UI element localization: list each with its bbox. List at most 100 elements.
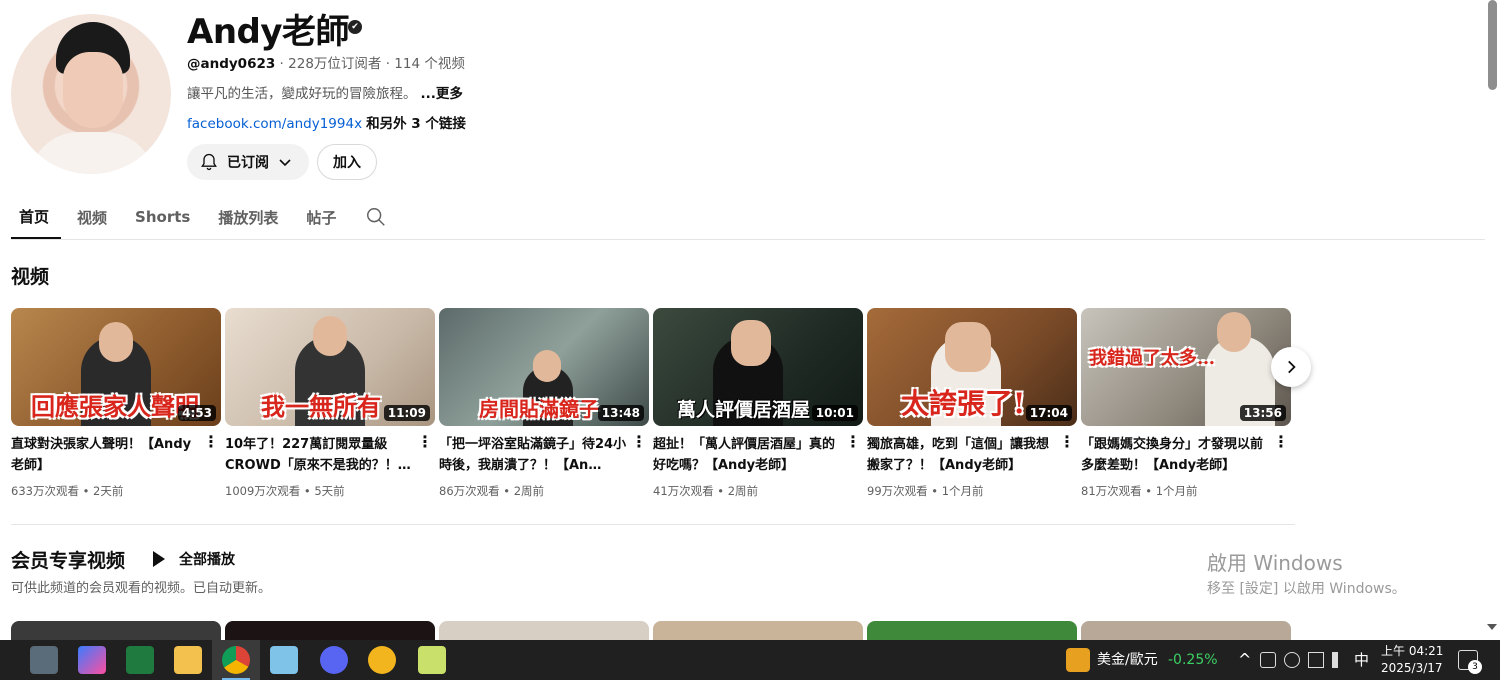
videos-section-title[interactable]: 视频 [11,262,49,289]
chrome-icon[interactable] [222,646,250,674]
tabs-divider [11,239,1485,240]
video-title[interactable]: 獨旅高雄，吃到「這個」讓我想搬家了？！【Andy老師】 [867,434,1055,476]
video-duration: 11:09 [383,405,430,421]
member-video-thumbnail[interactable] [11,621,221,640]
video-title[interactable]: 「跟媽媽交換身分」才發現以前多麼差勁！【Andy老師】 [1081,434,1269,476]
video-thumbnail[interactable]: 房間貼滿鏡子 13:48 [439,308,649,426]
channel-tabs: 首页 视频 Shorts 播放列表 帖子 [11,196,396,240]
channel-meta: @andy0623 · 228万位订阅者 · 114 个视频 [187,52,465,72]
video-stats: 1009万次观看 • 5天前 [225,484,345,498]
network-icon[interactable] [1308,652,1324,668]
video-card[interactable]: 我一無所有 11:09 10年了！227萬訂閱眾量級CROWD「原來不是我的？！… [225,308,435,498]
video-stats: 633万次观看 • 2天前 [11,484,124,498]
subscribe-label: 已订阅 [227,155,269,171]
file-explorer-icon[interactable] [174,646,202,674]
thumb-head [313,316,347,356]
volume-icon[interactable] [1332,652,1348,668]
member-video-thumbnail[interactable] [439,621,649,640]
watermark-line-1: 啟用 Windows [1207,551,1343,575]
chevron-right-icon [1288,360,1296,374]
stock-name[interactable]: 美金/歐元 [1097,640,1158,680]
play-all-label: 全部播放 [179,552,235,568]
video-title[interactable]: 「把一坪浴室貼滿鏡子」待24小時後，我崩潰了？！【An… [439,434,627,476]
scroll-down-arrow-icon[interactable] [1487,624,1497,630]
member-video-thumbnail[interactable] [225,621,435,640]
notepad-icon[interactable] [270,646,298,674]
video-card[interactable]: 回應張家人聲明 4:53 直球對決張家人聲明！【Andy老師】 ⋮ 633万次观… [11,308,221,498]
video-card[interactable]: 房間貼滿鏡子 13:48 「把一坪浴室貼滿鏡子」待24小時後，我崩潰了？！【An… [439,308,649,498]
channel-description[interactable]: 讓平凡的生活，變成好玩的冒險旅程。 ...更多 [187,82,463,102]
video-duration: 4:53 [178,405,216,421]
video-thumbnail[interactable]: 萬人評價居酒屋 10:01 [653,308,863,426]
video-thumbnail[interactable]: 我一無所有 11:09 [225,308,435,426]
youtube-channel-page: Andy老師 ✔ @andy0623 · 228万位订阅者 · 114 个视频 … [0,0,1500,680]
windows-activation-watermark: 啟用 Windows 移至 [設定] 以啟用 Windows。 [1207,547,1406,598]
thumb-head [731,320,771,366]
member-video-thumbnail[interactable] [867,621,1077,640]
app-icon[interactable] [368,646,396,674]
chevron-up-icon[interactable]: ^ [1238,640,1251,680]
system-clock[interactable]: 上午 04:21 2025/3/17 [1381,643,1443,677]
tab-shorts[interactable]: Shorts [127,196,202,238]
play-all-button[interactable]: 全部播放 [153,549,235,569]
members-section-title[interactable]: 会员专享视频 [11,546,125,573]
video-title[interactable]: 超扯！「萬人評價居酒屋」真的好吃嗎？【Andy老師】 [653,434,841,476]
channel-stats: · 228万位订阅者 · 114 个视频 [275,56,465,72]
member-video-thumbnail[interactable] [1081,621,1291,640]
meet-icon[interactable] [1260,652,1276,668]
subscribed-button[interactable]: 已订阅 [187,144,309,180]
channel-links: facebook.com/andy1994x 和另外 3 个链接 [187,112,466,132]
play-icon [153,551,165,567]
stock-widget-icon[interactable] [1066,648,1090,672]
channel-name: Andy老師 [187,12,350,52]
more-vert-icon[interactable]: ⋮ [203,432,219,451]
video-title[interactable]: 直球對決張家人聲明！【Andy老師】 [11,434,199,476]
search-icon[interactable] [356,196,396,238]
clock-date: 2025/3/17 [1381,661,1443,675]
more-vert-icon[interactable]: ⋮ [1273,432,1289,451]
video-duration: 10:01 [811,405,858,421]
description-text: 讓平凡的生活，變成好玩的冒險旅程。 [187,86,417,102]
onedrive-icon[interactable] [1284,652,1300,668]
carousel-next-button[interactable] [1271,347,1311,387]
channel-handle: @andy0623 [187,56,276,72]
chart-app-icon[interactable] [418,646,446,674]
ime-indicator[interactable]: 中 [1354,640,1369,680]
tab-home[interactable]: 首页 [11,196,62,239]
discord-icon[interactable] [320,646,348,674]
more-vert-icon[interactable]: ⋮ [417,432,433,451]
channel-avatar[interactable] [11,14,171,174]
thumb-head [945,322,991,372]
scrollbar-thumb[interactable] [1488,0,1497,90]
calculator-icon[interactable] [30,646,58,674]
video-card[interactable]: 太誇張了! 17:04 獨旅高雄，吃到「這個」讓我想搬家了？！【Andy老師】 … [867,308,1077,498]
clock-time: 上午 04:21 [1381,644,1444,658]
video-thumbnail[interactable]: 太誇張了! 17:04 [867,308,1077,426]
video-thumbnail[interactable]: 回應張家人聲明 4:53 [11,308,221,426]
video-title[interactable]: 10年了！227萬訂閱眾量級CROWD「原來不是我的？！… [225,434,413,476]
video-card[interactable]: 萬人評價居酒屋 10:01 超扯！「萬人評價居酒屋」真的好吃嗎？【Andy老師】… [653,308,863,498]
members-section-subtitle: 可供此频道的会员观看的视频。已自动更新。 [11,581,272,596]
join-button[interactable]: 加入 [317,144,377,180]
video-thumbnail[interactable]: 我錯過了太多… 13:56 [1081,308,1291,426]
bell-icon [201,153,217,171]
thumb-head [533,350,561,382]
windows-taskbar: 美金/歐元 -0.25% ^ 中 上午 04:21 2025/3/17 3 [0,640,1500,680]
stock-change: -0.25% [1168,652,1218,668]
more-vert-icon[interactable]: ⋮ [1059,432,1075,451]
excel-icon[interactable] [126,646,154,674]
facebook-link[interactable]: facebook.com/andy1994x [187,116,362,132]
tab-playlists[interactable]: 播放列表 [210,196,290,238]
tab-videos[interactable]: 视频 [69,196,119,238]
more-links[interactable]: 和另外 3 个链接 [366,116,466,132]
more-vert-icon[interactable]: ⋮ [631,432,647,451]
notification-badge: 3 [1468,660,1482,674]
tab-posts[interactable]: 帖子 [298,196,348,238]
copilot-icon[interactable] [78,646,106,674]
more-link[interactable]: ...更多 [421,86,463,102]
more-vert-icon[interactable]: ⋮ [845,432,861,451]
video-stats: 41万次观看 • 2周前 [653,484,759,498]
member-video-thumbnail[interactable] [653,621,863,640]
video-duration: 13:48 [597,405,644,421]
video-card[interactable]: 我錯過了太多… 13:56 「跟媽媽交換身分」才發現以前多麼差勁！【Andy老師… [1081,308,1291,498]
